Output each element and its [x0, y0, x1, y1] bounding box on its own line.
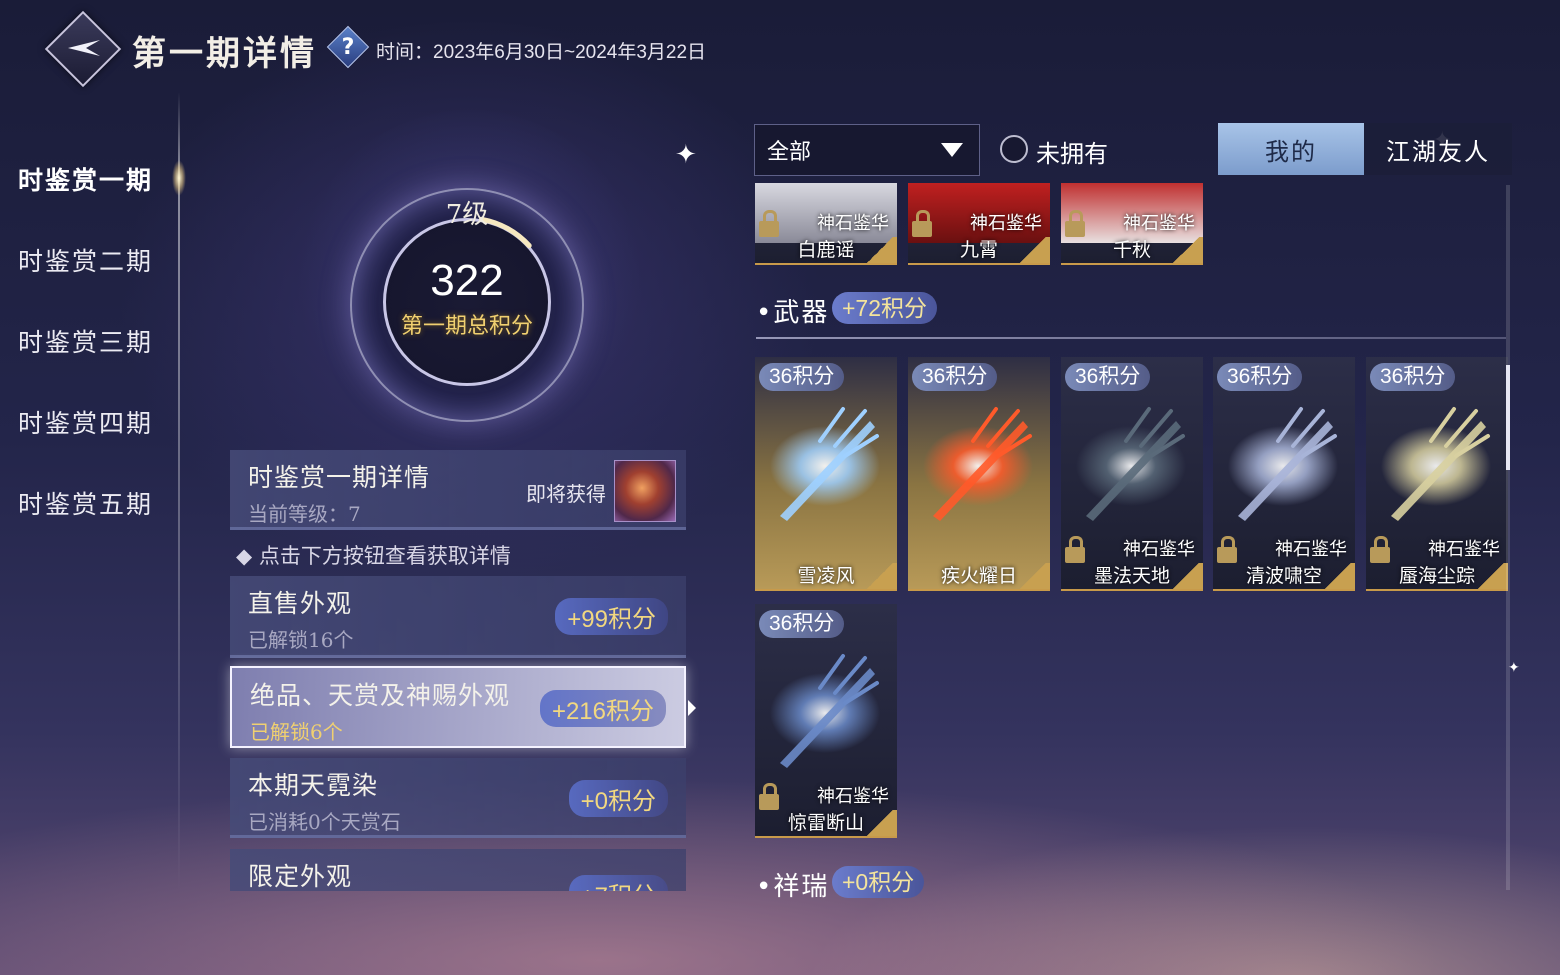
sidebar-item-label: 时鉴赏四期 — [18, 408, 154, 438]
weapon-art — [770, 654, 880, 768]
category-premium-outfits[interactable]: 绝品、天赏及神赐外观 已解锁6个 +216积分 — [230, 666, 686, 748]
outfit-card[interactable]: 神石鉴华 白鹿谣 — [755, 183, 897, 265]
total-score: 322 — [430, 256, 504, 305]
tab-mine[interactable]: 我的 — [1218, 123, 1364, 175]
weapon-art — [1076, 407, 1186, 521]
filter-dropdown[interactable]: 全部 — [754, 124, 980, 176]
points-badge: 36积分 — [1370, 363, 1456, 391]
points-badge: 36积分 — [759, 610, 845, 638]
chevron-down-icon — [941, 143, 963, 157]
category-title: 限定外观 — [248, 862, 353, 891]
weapon-tag: 神石鉴华 — [817, 786, 889, 807]
weapon-art — [1381, 407, 1491, 521]
weapon-card[interactable]: 36积分 神石鉴华 墨法天地 — [1061, 357, 1203, 591]
sidebar-item-period-3[interactable]: 时鉴赏三期 — [0, 300, 200, 381]
points-badge: 36积分 — [1217, 363, 1303, 391]
upcoming-reward-label: 即将获得 — [526, 482, 606, 506]
sidebar-item-period-5[interactable]: 时鉴赏五期 — [0, 462, 200, 543]
rarity-corner-icon — [863, 810, 897, 836]
weapon-art — [1228, 407, 1338, 521]
period-detail-title: 时鉴赏一期详情 — [248, 463, 431, 492]
hint-text: ◆ 点击下方按钮查看获取详情 — [236, 544, 511, 568]
category-points: +99积分 — [555, 598, 668, 635]
rarity-corner-icon — [1016, 237, 1050, 263]
period-time: 时间：2023年6月30日~2024年3月22日 — [376, 42, 707, 63]
section-auspicious-title: 祥瑞 — [773, 872, 830, 902]
sparkle-icon: ✦ — [675, 140, 697, 170]
rarity-corner-icon — [1169, 237, 1203, 263]
weapon-card[interactable]: 36积分 神石鉴华 蜃海尘踪 — [1366, 357, 1508, 591]
period-detail-card[interactable]: 时鉴赏一期详情 当前等级：7 即将获得 — [230, 450, 686, 530]
weapon-tag: 神石鉴华 — [1428, 539, 1500, 560]
not-owned-radio[interactable] — [1000, 135, 1028, 163]
section-divider — [756, 337, 1506, 339]
scrollbar-thumb[interactable] — [1506, 365, 1510, 470]
rarity-corner-icon — [1016, 563, 1050, 589]
selected-indicator-icon — [688, 700, 696, 716]
category-sub: 已消耗0个天赏石 — [248, 810, 401, 834]
filter-dropdown-value: 全部 — [767, 140, 812, 165]
rarity-corner-icon — [1321, 563, 1355, 589]
outfit-tag: 神石鉴华 — [970, 213, 1042, 234]
points-badge: 36积分 — [912, 363, 998, 391]
category-title: 直售外观 — [248, 589, 353, 618]
rarity-corner-icon — [863, 563, 897, 589]
section-auspicious-points: +0积分 — [832, 866, 925, 898]
weapon-tag: 神石鉴华 — [1275, 539, 1347, 560]
rarity-corner-icon — [863, 237, 897, 263]
rarity-corner-icon — [1474, 563, 1508, 589]
outfit-card[interactable]: 神石鉴华 千秋 — [1061, 183, 1203, 265]
sidebar-item-label: 时鉴赏一期 — [18, 165, 154, 195]
rarity-corner-icon — [1169, 563, 1203, 589]
section-weapons-title: 武器 — [773, 298, 830, 328]
weapon-art — [770, 407, 880, 521]
sidebar-item-label: 时鉴赏二期 — [18, 246, 154, 276]
category-title: 本期天霓染 — [248, 771, 379, 800]
sidebar-item-label: 时鉴赏三期 — [18, 327, 154, 357]
category-points: +7积分 — [568, 875, 668, 891]
upcoming-reward-thumbnail[interactable] — [614, 460, 676, 522]
sidebar-item-label: 时鉴赏五期 — [18, 489, 154, 519]
scrollbar-track[interactable] — [1506, 185, 1510, 890]
category-direct-sale[interactable]: 直售外观 已解锁16个 +99积分 — [230, 576, 686, 658]
sidebar-item-period-2[interactable]: 时鉴赏二期 — [0, 219, 200, 300]
weapon-tag: 神石鉴华 — [1123, 539, 1195, 560]
category-sub: 已解锁6个 — [250, 720, 343, 744]
weapon-art — [923, 407, 1033, 521]
category-sub: 已解锁16个 — [248, 628, 354, 652]
outfit-card[interactable]: 神石鉴华 九霄 — [908, 183, 1050, 265]
section-weapons-points: +72积分 — [832, 292, 938, 324]
category-points: +216积分 — [539, 690, 666, 727]
weapon-card[interactable]: 36积分 疾火耀日 — [908, 357, 1050, 591]
back-arrow-icon[interactable] — [66, 30, 102, 66]
category-points: +0积分 — [568, 780, 668, 817]
category-title: 绝品、天赏及神赐外观 — [250, 681, 511, 710]
level-label: 7级 — [445, 200, 489, 230]
not-owned-label[interactable]: 未拥有 — [1036, 134, 1108, 169]
outfit-tag: 神石鉴华 — [817, 213, 889, 234]
weapon-card[interactable]: 36积分 神石鉴华 惊雷断山 — [755, 604, 897, 838]
tab-friends[interactable]: 江湖友人 — [1364, 123, 1512, 175]
points-badge: 36积分 — [759, 363, 845, 391]
section-auspicious: •祥瑞 — [756, 872, 830, 902]
sidebar-item-period-1[interactable]: 时鉴赏一期 — [0, 138, 200, 219]
outfit-tag: 神石鉴华 — [1123, 213, 1195, 234]
sidebar-item-period-4[interactable]: 时鉴赏四期 — [0, 381, 200, 462]
sidebar: 时鉴赏一期 时鉴赏二期 时鉴赏三期 时鉴赏四期 时鉴赏五期 — [0, 138, 200, 543]
weapon-card[interactable]: 36积分 神石鉴华 清波啸空 — [1213, 357, 1355, 591]
hint-label: 点击下方按钮查看获取详情 — [258, 544, 511, 568]
help-icon[interactable]: ? — [333, 32, 363, 62]
weapon-card[interactable]: 36积分 雪凌风 — [755, 357, 897, 591]
page-title: 第一期详情 — [132, 34, 317, 74]
section-weapons: •武器 — [756, 298, 830, 328]
points-badge: 36积分 — [1065, 363, 1151, 391]
category-limited[interactable]: 限定外观 +7积分 — [230, 849, 686, 891]
total-score-label: 第一期总积分 — [400, 314, 533, 339]
current-level: 当前等级：7 — [248, 502, 361, 526]
category-dye[interactable]: 本期天霓染 已消耗0个天赏石 +0积分 — [230, 758, 686, 838]
